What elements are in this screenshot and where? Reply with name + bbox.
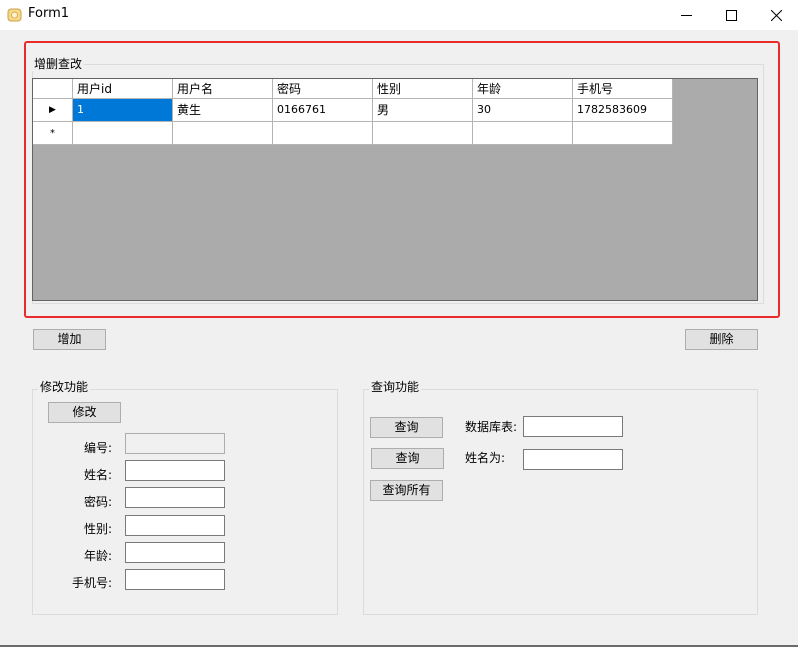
add-button[interactable]: 增加	[33, 329, 106, 350]
password-field[interactable]	[125, 487, 225, 508]
maximize-button[interactable]	[709, 0, 753, 30]
id-label: 编号:	[83, 441, 112, 455]
query-name-label: 姓名为:	[464, 451, 505, 465]
phone-field[interactable]	[125, 569, 225, 590]
minimize-icon	[680, 14, 692, 16]
name-field[interactable]	[125, 460, 225, 481]
close-icon	[770, 9, 782, 21]
delete-button[interactable]: 删除	[685, 329, 758, 350]
id-field[interactable]	[125, 433, 225, 454]
name-label: 姓名:	[83, 468, 112, 482]
age-label: 年龄:	[83, 549, 112, 563]
app-icon	[7, 7, 22, 22]
query-by-table-button[interactable]: 查询	[370, 417, 443, 438]
close-button[interactable]	[754, 0, 798, 30]
gender-label: 性别:	[83, 522, 112, 536]
query-group-title: 查询功能	[369, 380, 422, 394]
gender-field[interactable]	[125, 515, 225, 536]
red-highlight-frame	[24, 41, 780, 318]
modify-group-title: 修改功能	[38, 380, 91, 394]
window-title: Form1	[28, 6, 70, 21]
query-by-name-button[interactable]: 查询	[371, 448, 444, 469]
password-label: 密码:	[83, 495, 112, 509]
table-name-input[interactable]	[523, 416, 623, 437]
query-name-input[interactable]	[523, 449, 623, 470]
table-name-label: 数据库表:	[464, 420, 517, 434]
age-field[interactable]	[125, 542, 225, 563]
query-all-button[interactable]: 查询所有	[370, 480, 443, 501]
phone-label: 手机号:	[71, 576, 112, 590]
maximize-icon	[725, 9, 737, 21]
minimize-button[interactable]	[664, 0, 708, 30]
modify-button[interactable]: 修改	[48, 402, 121, 423]
